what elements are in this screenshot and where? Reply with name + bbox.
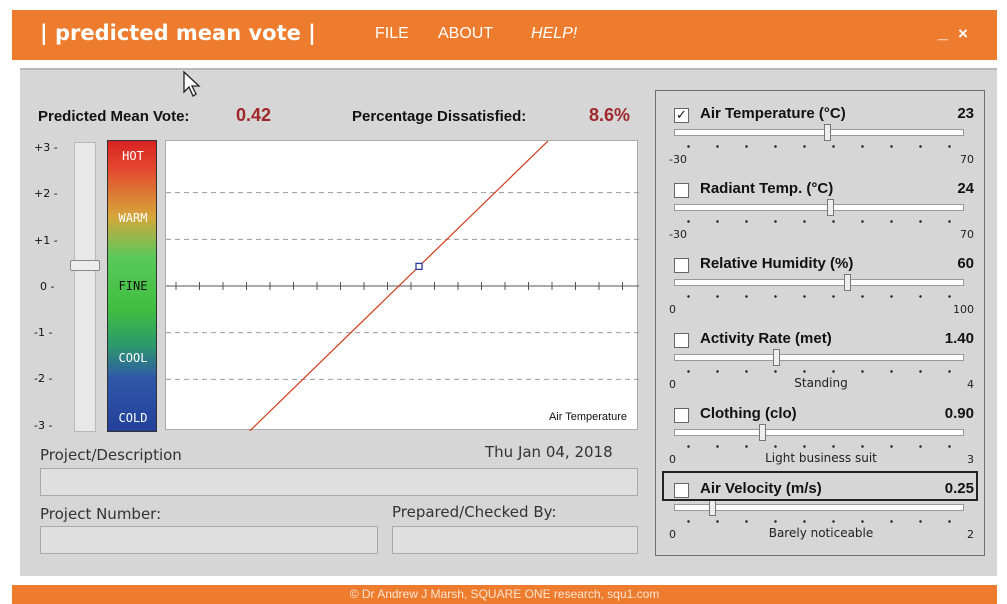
app-title: | predicted mean vote | (40, 21, 316, 45)
clothing-slider-ticks (674, 445, 964, 448)
air-temperature-checkbox[interactable]: ✓ (674, 108, 689, 123)
activity-rate-value: 1.40 (944, 330, 974, 347)
comfort-color-bar: HOT WARM FINE COOL COLD (107, 140, 157, 432)
relative-humidity-checkbox[interactable] (674, 258, 689, 273)
air-velocity-slider-thumb[interactable] (709, 499, 717, 516)
chart-x-axis-label: Air Temperature (548, 411, 627, 423)
pmv-value: 0.42 (236, 105, 272, 125)
clothing-value: 0.90 (944, 405, 974, 422)
mouse-cursor-icon (183, 70, 201, 97)
comfort-hot-label: HOT (122, 149, 144, 163)
project-number-label: Project Number: (40, 505, 162, 523)
radiant-temperature-value: 24 (957, 180, 974, 197)
air-temperature-max-label: 70 (960, 153, 974, 166)
activity-rate-description: Standing (794, 376, 848, 390)
pmv-chart: Air Temperature (165, 140, 639, 431)
activity-rate-slider-ticks (674, 370, 964, 373)
comfort-cold-label: COLD (118, 411, 148, 425)
prepared-by-field[interactable] (392, 526, 638, 554)
main-panel: Predicted Mean Vote: 0.42 Percentage Dis… (20, 68, 997, 576)
relative-humidity-value: 60 (957, 255, 974, 272)
pmv-vertical-slider[interactable] (74, 142, 96, 432)
chart-svg (166, 141, 639, 431)
pmv-label: Predicted Mean Vote: (38, 108, 190, 125)
clothing-checkbox[interactable] (674, 408, 689, 423)
comfort-fine-label: FINE (118, 279, 148, 293)
scale-label: -2 - (34, 372, 53, 385)
scale-label: +3 - (34, 141, 58, 154)
air-velocity-description: Barely noticeable (768, 526, 874, 540)
relative-humidity-slider-ticks (674, 295, 964, 298)
scale-label: 0 - (40, 280, 55, 293)
relative-humidity-label: Relative Humidity (%) (700, 255, 854, 272)
menu-file[interactable]: FILE (375, 25, 409, 43)
activity-rate-label: Activity Rate (met) (700, 330, 832, 347)
minimize-button[interactable]: _ (938, 22, 948, 43)
menu-help[interactable]: HELP! (531, 25, 577, 43)
prepared-by-label: Prepared/Checked By: (392, 503, 557, 521)
air-temperature-label: Air Temperature (°C) (700, 105, 846, 122)
ppd-label: Percentage Dissatisfied: (352, 108, 527, 125)
clothing-slider-focus-box (662, 471, 978, 501)
app-window: | predicted mean vote | FILE ABOUT HELP!… (0, 0, 1007, 604)
current-point-marker (415, 262, 423, 271)
ppd-value: 8.6% (589, 105, 631, 125)
project-number-field[interactable] (40, 526, 378, 554)
relative-humidity-slider-track[interactable] (674, 279, 964, 286)
clothing-slider-thumb[interactable] (758, 424, 766, 441)
footer-credit: © Dr Andrew J Marsh, SQUARE ONE research… (12, 585, 997, 604)
project-date: Thu Jan 04, 2018 (485, 443, 613, 461)
scale-label: +1 - (34, 234, 58, 247)
radiant-temperature-slider-ticks (674, 220, 964, 223)
air-temperature-min-label: -30 (669, 153, 687, 166)
comfort-warm-label: WARM (118, 211, 148, 225)
scale-label: +2 - (34, 187, 58, 200)
clothing-slider-track[interactable] (674, 429, 964, 436)
radiant-temperature-label: Radiant Temp. (°C) (700, 180, 834, 197)
scale-label: -3 - (34, 419, 53, 432)
activity-rate-slider-track[interactable] (674, 354, 964, 361)
radiant-temperature-slider-thumb[interactable] (826, 199, 834, 216)
clothing-description: Light business suit (765, 451, 877, 465)
activity-rate-checkbox[interactable] (674, 333, 689, 348)
radiant-temperature-slider-track[interactable] (674, 204, 964, 211)
project-description-field[interactable] (40, 468, 638, 496)
radiant-temperature-min-label: -30 (669, 228, 687, 241)
close-button[interactable]: × (958, 24, 968, 44)
activity-rate-slider-thumb[interactable] (773, 349, 781, 366)
air-velocity-slider-ticks (674, 520, 964, 523)
air-temperature-slider-ticks (674, 145, 964, 148)
relative-humidity-min-label: 0 (669, 303, 676, 316)
title-bar: | predicted mean vote | FILE ABOUT HELP!… (12, 10, 997, 60)
radiant-temperature-checkbox[interactable] (674, 183, 689, 198)
air-temperature-value: 23 (957, 105, 974, 122)
relative-humidity-slider-thumb[interactable] (843, 274, 851, 291)
air-velocity-slider-track[interactable] (674, 504, 964, 511)
menu-about[interactable]: ABOUT (438, 25, 493, 43)
air-temperature-slider-track[interactable] (674, 129, 964, 136)
pmv-slider-thumb[interactable] (70, 260, 100, 271)
project-description-label: Project/Description (40, 446, 182, 464)
parameters-panel: ✓ Air Temperature (°C) 23 -30 70 Radiant Temp… (655, 90, 985, 556)
relative-humidity-max-label: 100 (953, 303, 974, 316)
scale-label: -1 - (34, 326, 53, 339)
comfort-cool-label: COOL (118, 351, 148, 365)
air-temperature-slider-thumb[interactable] (823, 124, 831, 141)
clothing-label: Clothing (clo) (700, 405, 797, 422)
radiant-temperature-max-label: 70 (960, 228, 974, 241)
